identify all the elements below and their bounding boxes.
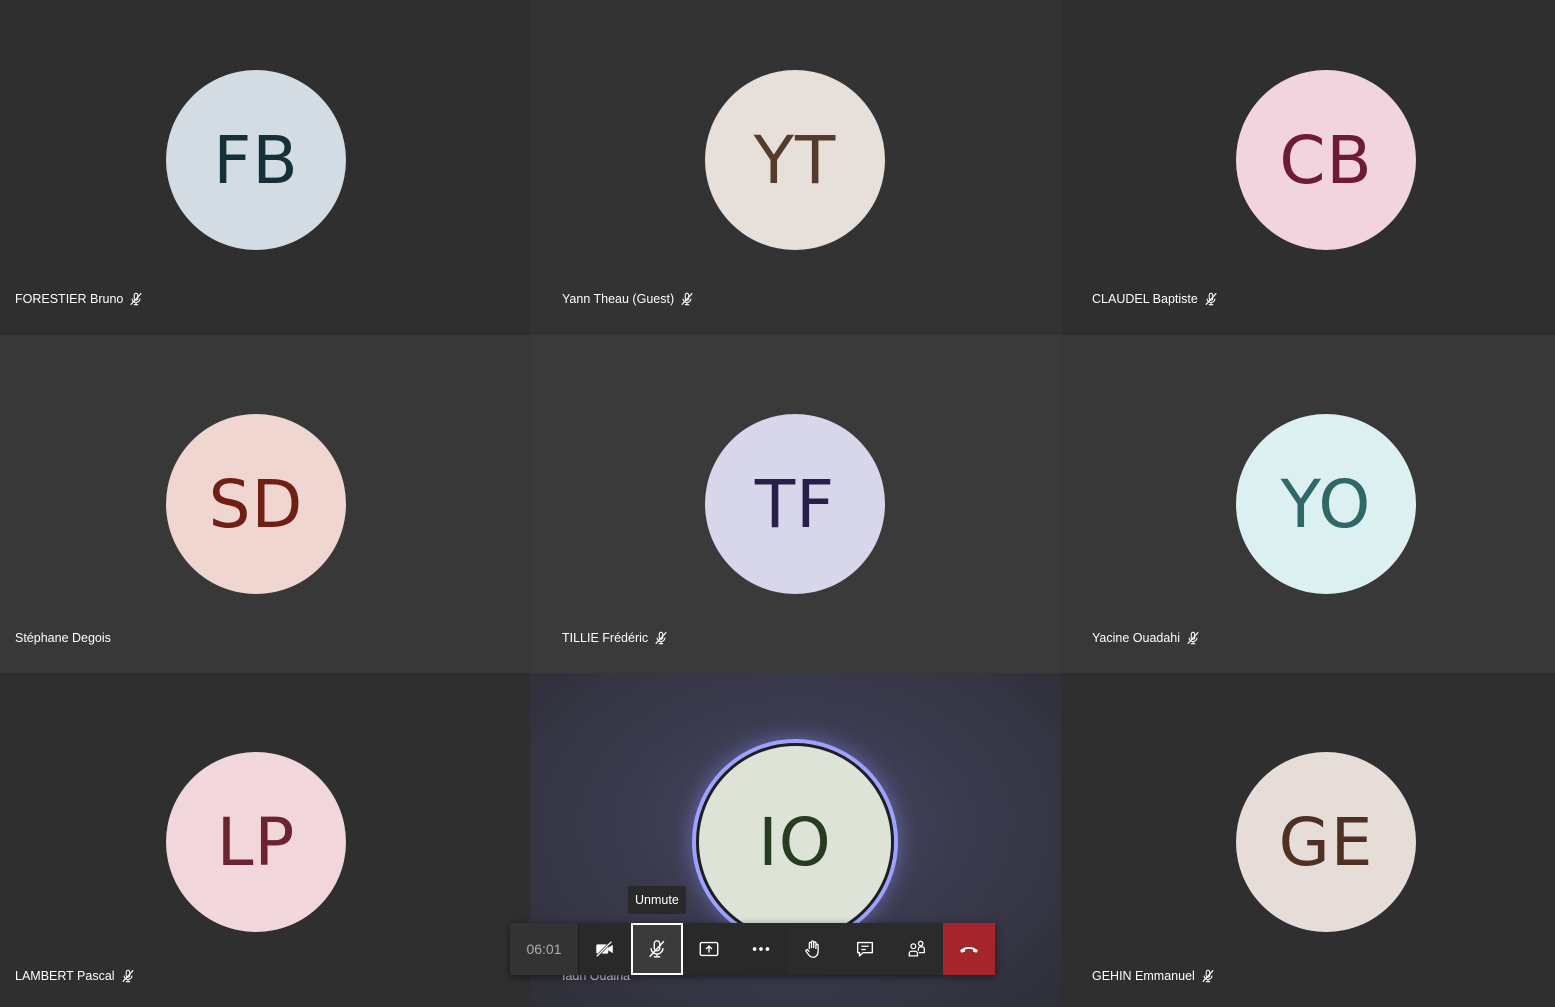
unmute-tooltip: Unmute [628,886,686,914]
avatar: CB [1236,70,1416,250]
participant-tile[interactable]: FB FORESTIER Bruno [0,0,530,335]
camera-off-icon [595,940,613,958]
share-screen-icon [699,941,719,957]
avatar: GE [1236,752,1416,932]
mic-off-icon [1202,969,1214,983]
mic-off-icon [130,292,143,306]
hang-up-button[interactable] [943,923,995,975]
chat-button[interactable] [839,923,891,975]
participant-name: FORESTIER Bruno [15,292,124,306]
participant-name-row: TILLIE Frédéric [562,631,668,645]
share-screen-button[interactable] [683,923,735,975]
avatar: LP [166,752,346,932]
participant-name-row: Yacine Ouadahi [1092,631,1200,645]
camera-toggle-button[interactable] [579,923,631,975]
avatar: YT [705,70,885,250]
avatar: FB [166,70,346,250]
avatar: SD [166,414,346,594]
participant-tile[interactable]: CB CLAUDEL Baptiste [1061,0,1555,335]
participant-name: LAMBERT Pascal [15,969,115,983]
avatar: YO [1236,414,1416,594]
participants-button[interactable] [891,923,943,975]
mic-off-icon [681,292,693,306]
participant-tile[interactable]: GE GEHIN Emmanuel [1061,673,1555,1007]
participant-name: GEHIN Emmanuel [1092,969,1195,983]
participant-name: Yacine Ouadahi [1092,631,1181,645]
call-controls-toolbar: 06:01 [510,923,995,975]
participant-name-row: Stéphane Degois [15,631,111,645]
mic-off-icon [1187,631,1199,645]
participants-icon [908,940,925,957]
participant-tile[interactable]: LP LAMBERT Pascal [0,673,530,1007]
raise-hand-button[interactable] [787,923,839,975]
participant-tile[interactable]: YT Yann Theau (Guest) [530,0,1061,335]
secondary-controls [787,923,943,975]
avatar: TF [705,414,885,594]
mic-off-icon [655,631,667,645]
participant-name: Yann Theau (Guest) [562,292,675,306]
avatar: IO [699,746,891,938]
participant-name-row: LAMBERT Pascal [15,969,135,983]
participant-tile[interactable]: SD Stéphane Degois [0,335,530,673]
call-timer: 06:01 [510,923,578,975]
video-grid: FB FORESTIER Bruno YT Yann Theau (Guest)… [0,0,1555,1007]
mic-toggle-button[interactable] [631,923,683,975]
participant-name-row: CLAUDEL Baptiste [1092,292,1218,306]
participant-tile[interactable]: YO Yacine Ouadahi [1061,335,1555,673]
mic-off-icon [1205,292,1217,306]
hang-up-icon [960,947,978,953]
participant-name: TILLIE Frédéric [562,631,649,645]
more-options-icon [752,947,770,951]
chat-icon [856,941,874,957]
participant-tile[interactable]: TF TILLIE Frédéric [530,335,1061,673]
mic-off-icon [649,940,665,958]
participant-name-row: GEHIN Emmanuel [1092,969,1215,983]
participant-name-row: Yann Theau (Guest) [562,292,694,306]
more-options-button[interactable] [735,923,787,975]
participant-name-row: FORESTIER Bruno [15,292,143,306]
participant-name: CLAUDEL Baptiste [1092,292,1198,306]
participant-name: Stéphane Degois [15,631,111,645]
raise-hand-icon [805,940,819,958]
mic-off-icon [121,969,134,983]
